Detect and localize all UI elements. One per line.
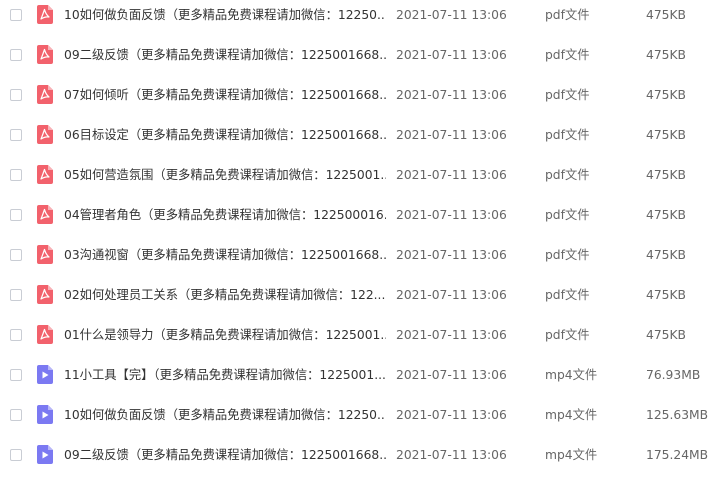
file-size: 475KB	[646, 328, 686, 342]
file-name[interactable]: 02如何处理员工关系（更多精品免费课程请加微信：122...	[64, 286, 386, 304]
file-row[interactable]: 11小工具【完】（更多精品免费课程请加微信：1225001... 2021-07-…	[0, 363, 718, 403]
file-row[interactable]: 05如何营造氛围（更多精品免费课程请加微信：1225001... 2021-07-…	[0, 163, 718, 203]
row-checkbox[interactable]	[10, 369, 22, 381]
file-type: mp4文件	[545, 368, 598, 382]
video-icon	[37, 445, 53, 464]
pdf-icon	[37, 245, 53, 264]
file-size: 475KB	[646, 288, 686, 302]
file-size: 475KB	[646, 248, 686, 262]
file-date: 2021-07-11 13:06	[396, 368, 507, 382]
file-date: 2021-07-11 13:06	[396, 448, 507, 462]
file-type: pdf文件	[545, 128, 590, 142]
row-checkbox[interactable]	[10, 449, 22, 461]
file-size: 475KB	[646, 128, 686, 142]
file-size: 475KB	[646, 168, 686, 182]
file-size: 475KB	[646, 208, 686, 222]
file-name[interactable]: 09二级反馈（更多精品免费课程请加微信：1225001668...	[64, 46, 386, 64]
file-type: pdf文件	[545, 8, 590, 22]
pdf-icon	[37, 85, 53, 104]
file-row[interactable]: 04管理者角色（更多精品免费课程请加微信：122500016... 2021-07…	[0, 203, 718, 243]
file-row[interactable]: 06目标设定（更多精品免费课程请加微信：1225001668... 2021-07…	[0, 123, 718, 163]
file-date: 2021-07-11 13:06	[396, 128, 507, 142]
file-date: 2021-07-11 13:06	[396, 48, 507, 62]
file-type: pdf文件	[545, 248, 590, 262]
file-name[interactable]: 04管理者角色（更多精品免费课程请加微信：122500016...	[64, 206, 386, 224]
pdf-icon	[37, 125, 53, 144]
file-date: 2021-07-11 13:06	[396, 288, 507, 302]
file-size: 475KB	[646, 48, 686, 62]
file-type: pdf文件	[545, 48, 590, 62]
file-type: mp4文件	[545, 448, 598, 462]
file-type: pdf文件	[545, 168, 590, 182]
row-checkbox[interactable]	[10, 209, 22, 221]
file-date: 2021-07-11 13:06	[396, 208, 507, 222]
file-size: 475KB	[646, 88, 686, 102]
file-name[interactable]: 06目标设定（更多精品免费课程请加微信：1225001668...	[64, 126, 386, 144]
file-size: 175.24MB	[646, 448, 709, 462]
row-checkbox[interactable]	[10, 329, 22, 341]
file-name[interactable]: 09二级反馈（更多精品免费课程请加微信：1225001668...	[64, 446, 386, 464]
pdf-icon	[37, 165, 53, 184]
file-date: 2021-07-11 13:06	[396, 8, 507, 22]
row-checkbox[interactable]	[10, 9, 22, 21]
file-row[interactable]: 02如何处理员工关系（更多精品免费课程请加微信：122... 2021-07-11…	[0, 283, 718, 323]
file-size: 76.93MB	[646, 368, 701, 382]
pdf-icon	[37, 45, 53, 64]
file-type: mp4文件	[545, 408, 598, 422]
file-name[interactable]: 07如何倾听（更多精品免费课程请加微信：1225001668...	[64, 86, 386, 104]
file-row[interactable]: 09二级反馈（更多精品免费课程请加微信：1225001668... 2021-07…	[0, 443, 718, 483]
file-size: 475KB	[646, 8, 686, 22]
pdf-icon	[37, 5, 53, 24]
file-row[interactable]: 03沟通视窗（更多精品免费课程请加微信：1225001668... 2021-07…	[0, 243, 718, 283]
file-name[interactable]: 11小工具【完】（更多精品免费课程请加微信：1225001...	[64, 366, 386, 384]
file-size: 125.63MB	[646, 408, 709, 422]
pdf-icon	[37, 285, 53, 304]
file-date: 2021-07-11 13:06	[396, 88, 507, 102]
pdf-icon	[37, 325, 53, 344]
file-date: 2021-07-11 13:06	[396, 168, 507, 182]
file-name[interactable]: 05如何营造氛围（更多精品免费课程请加微信：1225001...	[64, 166, 386, 184]
file-type: pdf文件	[545, 88, 590, 102]
row-checkbox[interactable]	[10, 89, 22, 101]
file-type: pdf文件	[545, 288, 590, 302]
file-date: 2021-07-11 13:06	[396, 408, 507, 422]
row-checkbox[interactable]	[10, 169, 22, 181]
pdf-icon	[37, 205, 53, 224]
file-date: 2021-07-11 13:06	[396, 328, 507, 342]
file-type: pdf文件	[545, 208, 590, 222]
file-name[interactable]: 01什么是领导力（更多精品免费课程请加微信：1225001...	[64, 326, 386, 344]
file-name[interactable]: 03沟通视窗（更多精品免费课程请加微信：1225001668...	[64, 246, 386, 264]
video-icon	[37, 365, 53, 384]
file-row[interactable]: 09二级反馈（更多精品免费课程请加微信：1225001668... 2021-07…	[0, 43, 718, 83]
file-name[interactable]: 10如何做负面反馈（更多精品免费课程请加微信：12250...	[64, 6, 386, 24]
row-checkbox[interactable]	[10, 129, 22, 141]
video-icon	[37, 405, 53, 424]
file-name[interactable]: 10如何做负面反馈（更多精品免费课程请加微信：12250...	[64, 406, 386, 424]
file-date: 2021-07-11 13:06	[396, 248, 507, 262]
row-checkbox[interactable]	[10, 249, 22, 261]
file-row[interactable]: 01什么是领导力（更多精品免费课程请加微信：1225001... 2021-07-…	[0, 323, 718, 363]
file-row[interactable]: 10如何做负面反馈（更多精品免费课程请加微信：12250... 2021-07-1…	[0, 3, 718, 43]
file-row[interactable]: 07如何倾听（更多精品免费课程请加微信：1225001668... 2021-07…	[0, 83, 718, 123]
file-type: pdf文件	[545, 328, 590, 342]
file-list: 10如何做负面反馈（更多精品免费课程请加微信：12250... 2021-07-1…	[0, 0, 718, 470]
file-row[interactable]: 10如何做负面反馈（更多精品免费课程请加微信：12250... 2021-07-1…	[0, 403, 718, 443]
row-checkbox[interactable]	[10, 289, 22, 301]
row-checkbox[interactable]	[10, 409, 22, 421]
row-checkbox[interactable]	[10, 49, 22, 61]
